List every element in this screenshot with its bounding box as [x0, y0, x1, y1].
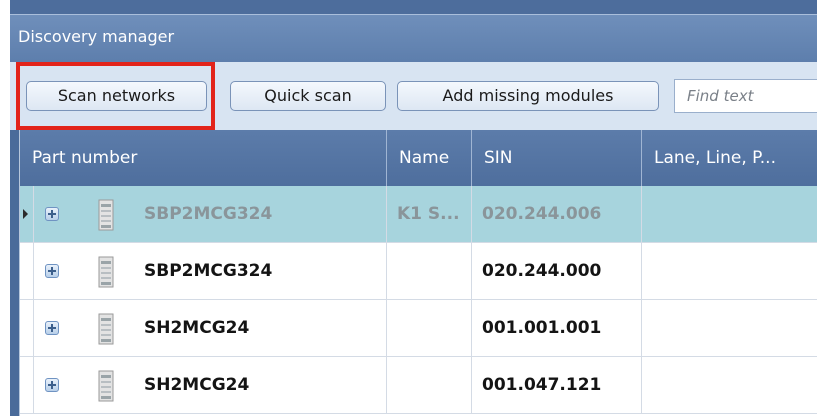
- expand-plus-icon[interactable]: [45, 264, 59, 278]
- sin-cell: 001.047.121: [472, 357, 642, 414]
- table-row[interactable]: SBP2MCG324 020.244.000: [20, 243, 817, 300]
- name-cell: [387, 243, 472, 300]
- lane-line-cell: [642, 186, 817, 243]
- din-module-icon: [98, 370, 114, 402]
- table-row[interactable]: SBP2MCG324 K1 S... 020.244.006: [20, 186, 817, 243]
- title-bar-edge: [10, 0, 817, 14]
- find-text-input[interactable]: [674, 79, 817, 113]
- din-module-icon: [98, 313, 114, 345]
- grid-header: Part number Name SIN Lane, Line, P...: [20, 130, 817, 186]
- name-cell: [387, 357, 472, 414]
- discovery-manager-window: Discovery manager Scan networks Quick sc…: [10, 0, 817, 416]
- expand-plus-icon[interactable]: [45, 207, 59, 221]
- part-number-cell: SH2MCG24: [134, 300, 387, 357]
- sin-cell: 020.244.006: [472, 186, 642, 243]
- din-module-icon: [98, 256, 114, 288]
- sin-cell: 020.244.000: [472, 243, 642, 300]
- column-header-name[interactable]: Name: [387, 130, 472, 186]
- row-indicator-cell: [20, 300, 34, 357]
- expand-plus-icon[interactable]: [45, 321, 59, 335]
- table-row[interactable]: SH2MCG24 001.047.121: [20, 357, 817, 414]
- column-header-lane-line[interactable]: Lane, Line, P...: [642, 130, 817, 186]
- row-indicator-cell: [20, 186, 34, 243]
- part-number-cell: SH2MCG24: [134, 357, 387, 414]
- name-cell: K1 S...: [387, 186, 472, 243]
- part-number-cell: SBP2MCG324: [134, 186, 387, 243]
- window-title: Discovery manager: [18, 27, 175, 46]
- title-bar: Discovery manager: [10, 14, 817, 63]
- modules-grid: Part number Name SIN Lane, Line, P... SB…: [19, 130, 817, 416]
- row-indicator-cell: [20, 243, 34, 300]
- expand-plus-icon[interactable]: [45, 378, 59, 392]
- sin-cell: 001.001.001: [472, 300, 642, 357]
- lane-line-cell: [642, 243, 817, 300]
- din-module-icon: [98, 199, 114, 231]
- quick-scan-button[interactable]: Quick scan: [230, 81, 386, 111]
- toolbar: Scan networks Quick scan Add missing mod…: [10, 62, 817, 130]
- add-missing-modules-button[interactable]: Add missing modules: [397, 81, 659, 111]
- highlight-box: [16, 62, 215, 130]
- name-cell: [387, 300, 472, 357]
- part-number-cell: SBP2MCG324: [134, 243, 387, 300]
- lane-line-cell: [642, 300, 817, 357]
- row-pointer-icon: [23, 209, 28, 219]
- column-header-part-number[interactable]: Part number: [20, 130, 387, 186]
- lane-line-cell: [642, 357, 817, 414]
- row-indicator-cell: [20, 357, 34, 414]
- column-header-sin[interactable]: SIN: [472, 130, 642, 186]
- table-row[interactable]: SH2MCG24 001.001.001: [20, 300, 817, 357]
